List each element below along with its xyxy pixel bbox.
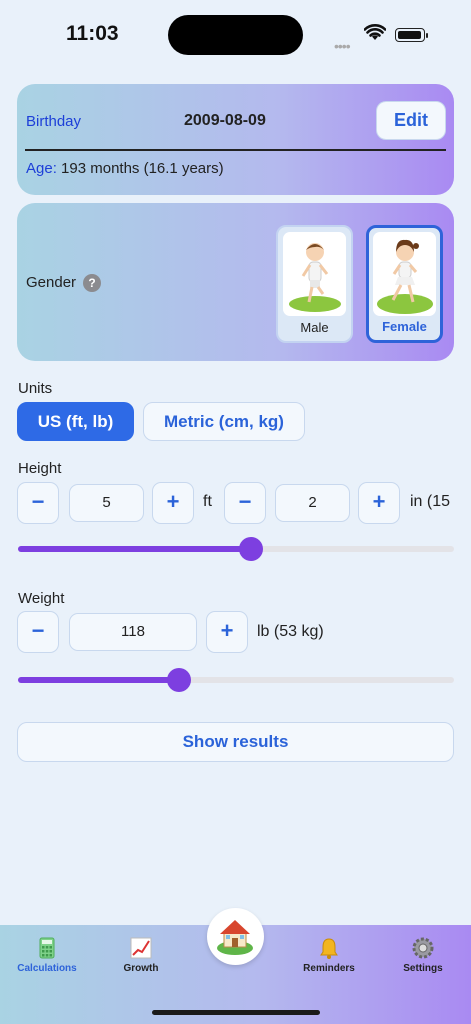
weight-field[interactable]: 118: [69, 613, 197, 651]
tab-reminders[interactable]: Reminders: [289, 933, 369, 974]
height-slider[interactable]: [18, 537, 454, 561]
boy-illustration-icon: [283, 232, 346, 316]
units-metric-button[interactable]: Metric (cm, kg): [143, 402, 305, 441]
weight-slider[interactable]: [18, 668, 454, 692]
weight-unit: lb (53 kg): [257, 623, 324, 640]
girl-illustration-icon: [373, 232, 436, 316]
divider: [25, 149, 446, 151]
height-slider-thumb[interactable]: [239, 537, 264, 561]
bell-icon: [289, 933, 369, 961]
tab-calculations-label: Calculations: [17, 963, 77, 974]
inches-increment-button[interactable]: +: [358, 482, 400, 524]
weight-slider-thumb[interactable]: [167, 668, 192, 692]
feet-field[interactable]: 5: [69, 484, 144, 522]
gender-card: Gender ? Male Female: [17, 203, 454, 361]
weight-label: Weight: [18, 590, 65, 607]
help-icon[interactable]: ?: [83, 274, 101, 292]
house-icon: [217, 920, 253, 955]
tab-settings[interactable]: Settings: [383, 933, 463, 974]
status-time: 11:03: [66, 22, 119, 45]
tab-growth[interactable]: Growth: [101, 933, 181, 974]
birthday-card: Birthday 2009-08-09 Edit Age: 193 months…: [17, 84, 454, 195]
signal-dots-icon: ••••: [334, 38, 351, 54]
inches-field[interactable]: 2: [275, 484, 350, 522]
gear-icon: [383, 933, 463, 961]
wifi-icon: [364, 24, 386, 40]
height-label: Height: [18, 460, 62, 477]
home-center-button[interactable]: [207, 908, 264, 965]
age-value: 193 months (16.1 years): [61, 160, 224, 177]
edit-birthday-button[interactable]: Edit: [376, 101, 446, 140]
tab-settings-label: Settings: [403, 963, 443, 974]
gender-male-label: Male: [300, 320, 329, 335]
weight-decrement-button[interactable]: −: [17, 611, 59, 653]
home-indicator: [152, 1010, 320, 1015]
gender-female-label: Female: [382, 319, 427, 334]
gender-option-female[interactable]: Female: [366, 225, 443, 343]
age-row: Age: 193 months (16.1 years): [26, 160, 224, 177]
birthday-label: Birthday: [26, 113, 82, 130]
calculator-icon: [7, 933, 87, 961]
tab-growth-label: Growth: [123, 963, 159, 974]
units-label: Units: [18, 380, 53, 397]
height-slider-fill: [18, 546, 252, 552]
weight-increment-button[interactable]: +: [206, 611, 248, 653]
age-label: Age:: [26, 160, 57, 177]
inches-decrement-button[interactable]: −: [224, 482, 266, 524]
inches-unit: in (15: [410, 493, 451, 510]
tab-calculations[interactable]: Calculations: [7, 933, 87, 974]
battery-icon: [395, 28, 428, 42]
birthday-value: 2009-08-09: [184, 112, 266, 129]
weight-slider-fill: [18, 677, 180, 683]
feet-decrement-button[interactable]: −: [17, 482, 59, 524]
feet-unit: ft: [203, 493, 212, 510]
tab-reminders-label: Reminders: [303, 963, 355, 974]
gender-option-male[interactable]: Male: [276, 225, 353, 343]
gender-label: Gender: [26, 274, 77, 291]
units-us-button[interactable]: US (ft, lb): [17, 402, 134, 441]
feet-increment-button[interactable]: +: [152, 482, 194, 524]
chart-icon: [101, 933, 181, 961]
dynamic-island: [168, 15, 303, 55]
show-results-button[interactable]: Show results: [17, 722, 454, 762]
status-bar: 11:03 ••••: [0, 0, 471, 70]
